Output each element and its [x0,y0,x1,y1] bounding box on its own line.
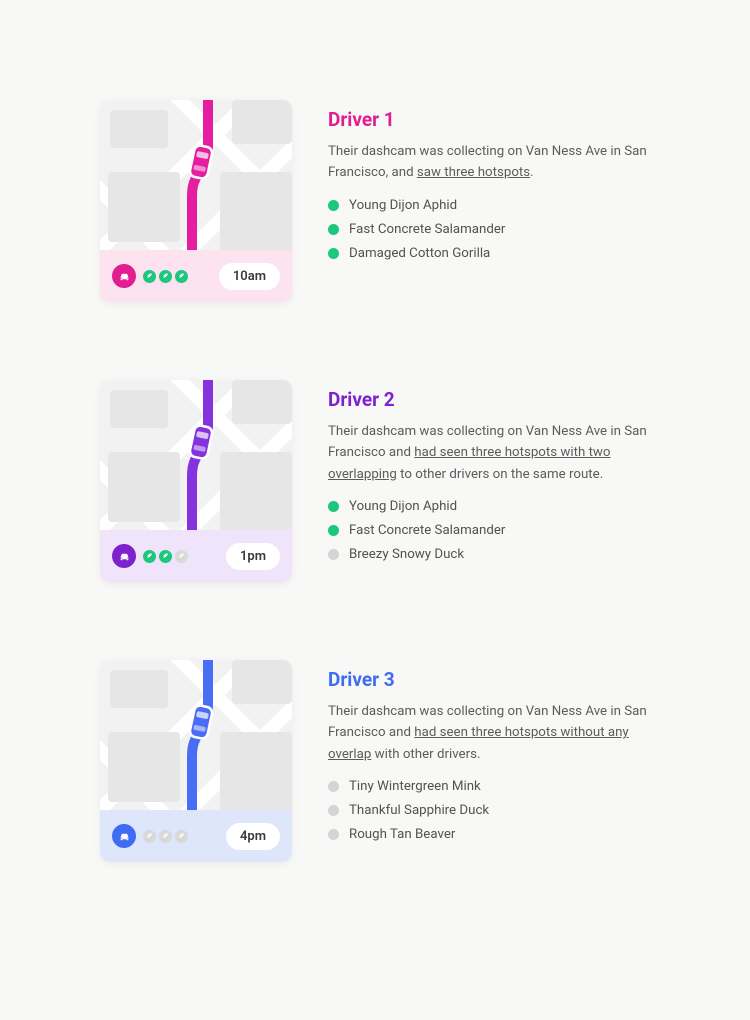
map-card: 1pm [100,380,292,582]
map-card: 4pm [100,660,292,862]
time-chip: 10am [219,263,280,290]
time-chip: 1pm [226,543,280,570]
list-item: Damaged Cotton Gorilla [328,246,650,261]
status-dot [328,781,339,792]
status-dot [328,829,339,840]
driver-row-3: 4pm Driver 3 Their dashcam was collectin… [100,660,650,862]
driver-row-2: 1pm Driver 2 Their dashcam was collectin… [100,380,650,582]
map-illustration [100,660,292,810]
driver-title: Driver 1 [328,108,650,131]
pip-icon [159,550,172,563]
hotspot-list: Tiny Wintergreen Mink Thankful Sapphire … [328,779,650,842]
driver-details: Driver 3 Their dashcam was collecting on… [328,660,650,862]
map-area [100,100,292,250]
driver-description: Their dashcam was collecting on Van Ness… [328,421,650,485]
status-dot [328,224,339,235]
driver-description: Their dashcam was collecting on Van Ness… [328,141,650,184]
map-illustration [100,380,292,530]
driver-details: Driver 2 Their dashcam was collecting on… [328,380,650,582]
map-card: 10am [100,100,292,302]
driver-details: Driver 1 Their dashcam was collecting on… [328,100,650,302]
list-item: Young Dijon Aphid [328,499,650,514]
driver-title: Driver 3 [328,668,650,691]
list-item: Tiny Wintergreen Mink [328,779,650,794]
pip-icon [143,830,156,843]
list-item: Rough Tan Beaver [328,827,650,842]
status-dot [328,200,339,211]
driver-description: Their dashcam was collecting on Van Ness… [328,701,650,765]
status-dot [328,501,339,512]
map-area [100,380,292,530]
car-icon [112,544,136,568]
footer-badges [112,824,188,848]
car-icon [112,824,136,848]
time-chip: 4pm [226,823,280,850]
driver-title: Driver 2 [328,388,650,411]
pip-icon [143,550,156,563]
car-icon [112,264,136,288]
pip-icon [159,270,172,283]
map-area [100,660,292,810]
footer-badges [112,544,188,568]
card-footer: 1pm [100,530,292,582]
hotspot-list: Young Dijon Aphid Fast Concrete Salamand… [328,499,650,562]
list-item: Thankful Sapphire Duck [328,803,650,818]
list-item: Fast Concrete Salamander [328,222,650,237]
footer-badges [112,264,188,288]
pips [143,270,188,283]
status-dot [328,525,339,536]
pips [143,550,188,563]
pip-icon [159,830,172,843]
pip-icon [175,270,188,283]
pip-icon [175,550,188,563]
pip-icon [175,830,188,843]
list-item: Breezy Snowy Duck [328,547,650,562]
status-dot [328,805,339,816]
card-footer: 4pm [100,810,292,862]
status-dot [328,549,339,560]
pip-icon [143,270,156,283]
card-footer: 10am [100,250,292,302]
list-item: Fast Concrete Salamander [328,523,650,538]
driver-row-1: 10am Driver 1 Their dashcam was collecti… [100,100,650,302]
list-item: Young Dijon Aphid [328,198,650,213]
hotspot-list: Young Dijon Aphid Fast Concrete Salamand… [328,198,650,261]
status-dot [328,248,339,259]
map-illustration [100,100,292,250]
pips [143,830,188,843]
